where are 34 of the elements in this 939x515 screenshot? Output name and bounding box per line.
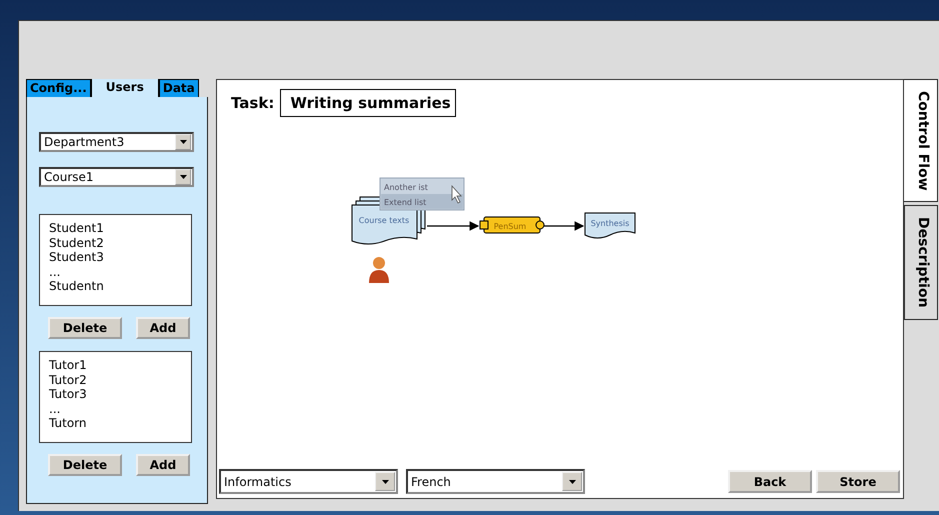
context-menu-item[interactable]: Another ist — [384, 183, 428, 192]
language-dropdown[interactable]: French — [406, 469, 585, 494]
panel-tab[interactable]: Users — [90, 79, 159, 97]
tutor-list-item[interactable]: Tutor3 — [49, 387, 182, 402]
task-name-field[interactable]: Writing summaries — [280, 89, 456, 117]
tutor-action-button[interactable]: Add — [136, 454, 190, 476]
tutor-list-item[interactable]: Tutorn — [49, 416, 182, 430]
arrow — [544, 221, 584, 231]
nav-button[interactable]: Back — [728, 470, 812, 493]
tutor-list-item[interactable]: Tutor1 — [49, 358, 182, 372]
student-list-item[interactable]: Student1 — [49, 221, 182, 236]
arrow — [427, 221, 480, 231]
student-list-item[interactable]: Student2 — [49, 236, 182, 250]
nav-button[interactable]: Store — [816, 470, 900, 493]
tutor-action-button[interactable]: Delete — [48, 454, 122, 476]
side-tab[interactable]: Description — [904, 205, 938, 320]
subject-dropdown[interactable]: Informatics — [219, 469, 398, 494]
tutor-list-item[interactable]: Tutor2 — [49, 372, 182, 387]
student-list-item[interactable]: Studentn — [49, 279, 182, 294]
mouse-cursor-icon — [452, 184, 462, 204]
course-dropdown[interactable]: Course1 — [39, 167, 194, 187]
student-action-button[interactable]: Add — [136, 317, 190, 339]
student-action-button[interactable]: Delete — [48, 317, 122, 339]
tutor-list-item[interactable]: ... — [49, 402, 182, 416]
student-list-item[interactable]: ... — [49, 264, 182, 279]
document-node[interactable]: Synthesis — [584, 212, 636, 238]
student-list-item[interactable]: Student3 — [49, 250, 182, 264]
department-dropdown[interactable]: Department3 — [39, 132, 194, 152]
user-icon — [369, 257, 389, 283]
context-menu-item[interactable]: Extend list — [384, 198, 426, 207]
side-tab[interactable]: Control Flow — [904, 79, 938, 202]
task-label: Task: — [231, 94, 274, 112]
panel-tab[interactable]: Data — [158, 79, 199, 97]
panel-tab[interactable]: Config... — [26, 79, 91, 97]
